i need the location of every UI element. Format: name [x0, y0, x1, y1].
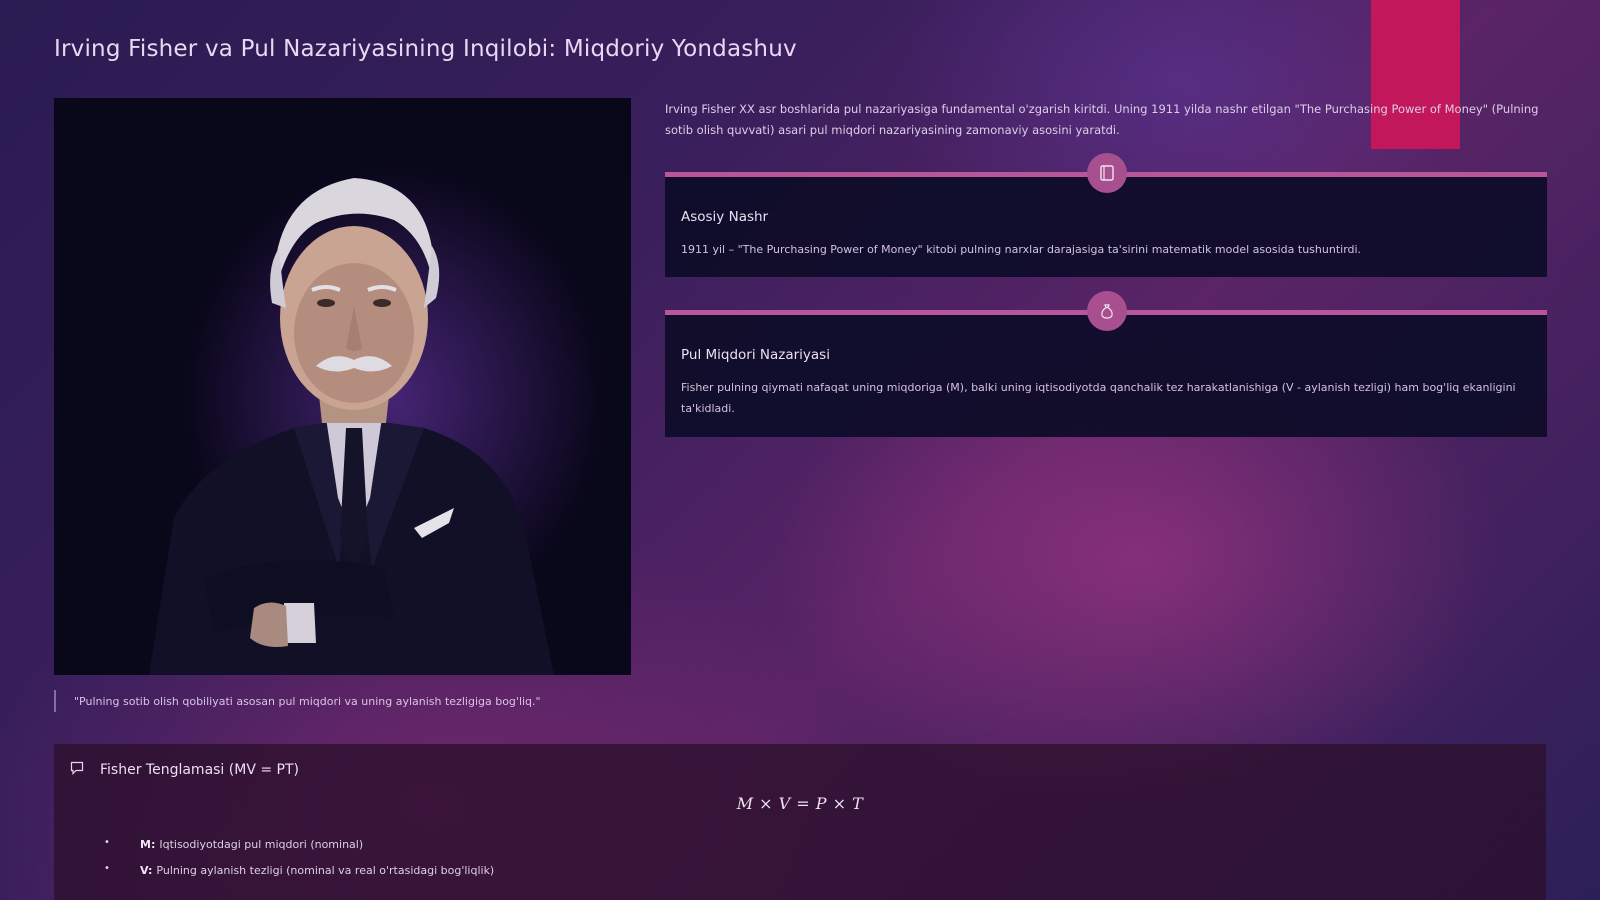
list-item: V:Pulning aylanish tezligi (nominal va r… [104, 856, 495, 884]
equation-variable-list: M:Iqtisodiyotdagi pul miqdori (nominal) … [104, 830, 495, 884]
card-text: Fisher pulning qiymati nafaqat uning miq… [681, 381, 1516, 415]
portrait-quote: "Pulning sotib olish qobiliyati asosan p… [54, 690, 541, 712]
page-title: Irving Fisher va Pul Nazariyasining Inqi… [54, 36, 797, 62]
variable-term: V: [140, 864, 153, 877]
list-item: M:Iqtisodiyotdagi pul miqdori (nominal) [104, 830, 494, 858]
intro-paragraph: Irving Fisher XX asr boshlarida pul naza… [665, 102, 1539, 137]
portrait-photo [54, 98, 631, 675]
chat-bubble-icon [70, 760, 84, 779]
equation-formula: M × V = P × T [736, 794, 864, 813]
equation-header: Fisher Tenglamasi (MV = PT) [70, 760, 299, 779]
variable-description: Iqtisodiyotdagi pul miqdori (nominal) [159, 838, 364, 851]
quote-text: "Pulning sotib olish qobiliyati asosan p… [74, 694, 541, 708]
card-title: Pul Miqdori Nazariyasi [681, 347, 830, 363]
equation-title: Fisher Tenglamasi (MV = PT) [100, 761, 299, 778]
money-bag-icon [1087, 291, 1127, 331]
variable-term: M: [140, 838, 156, 851]
card-text: 1911 yil – "The Purchasing Power of Mone… [681, 243, 1362, 256]
card-asosiy-nashr: Asosiy Nashr 1911 yil – "The Purchasing … [665, 153, 1547, 277]
card-pul-miqdori-nazariyasi: Pul Miqdori Nazariyasi Fisher pulning qi… [665, 291, 1547, 437]
portrait-illustration [149, 178, 554, 675]
book-icon [1087, 153, 1127, 193]
equation-panel: Fisher Tenglamasi (MV = PT) M × V = P × … [54, 744, 1546, 900]
card-title: Asosiy Nashr [681, 209, 769, 225]
variable-description: Pulning aylanish tezligi (nominal va rea… [156, 864, 495, 877]
